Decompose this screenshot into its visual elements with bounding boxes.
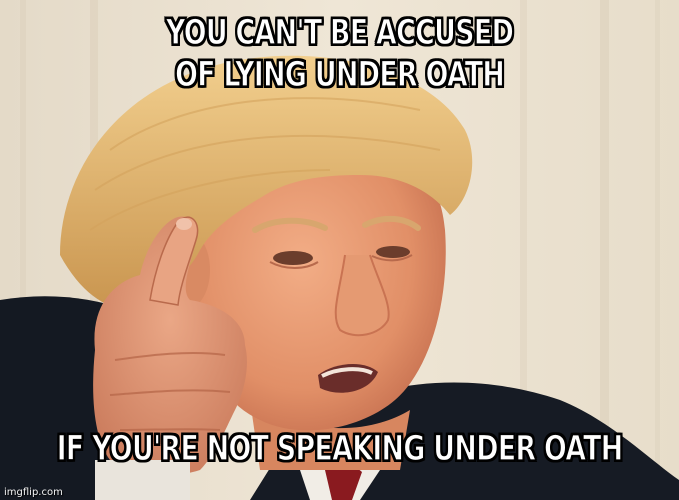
meme-image: YOU CAN'T BE ACCUSED OF LYING UNDER OATH…: [0, 0, 679, 500]
eye-left: [273, 251, 313, 265]
watermark-text: imgflip.com: [4, 487, 63, 498]
eye-right: [376, 246, 410, 258]
top-caption: YOU CAN'T BE ACCUSED OF LYING UNDER OATH: [165, 12, 514, 95]
fingernail: [176, 218, 192, 230]
bottom-caption: IF YOU'RE NOT SPEAKING UNDER OATH: [56, 428, 624, 469]
